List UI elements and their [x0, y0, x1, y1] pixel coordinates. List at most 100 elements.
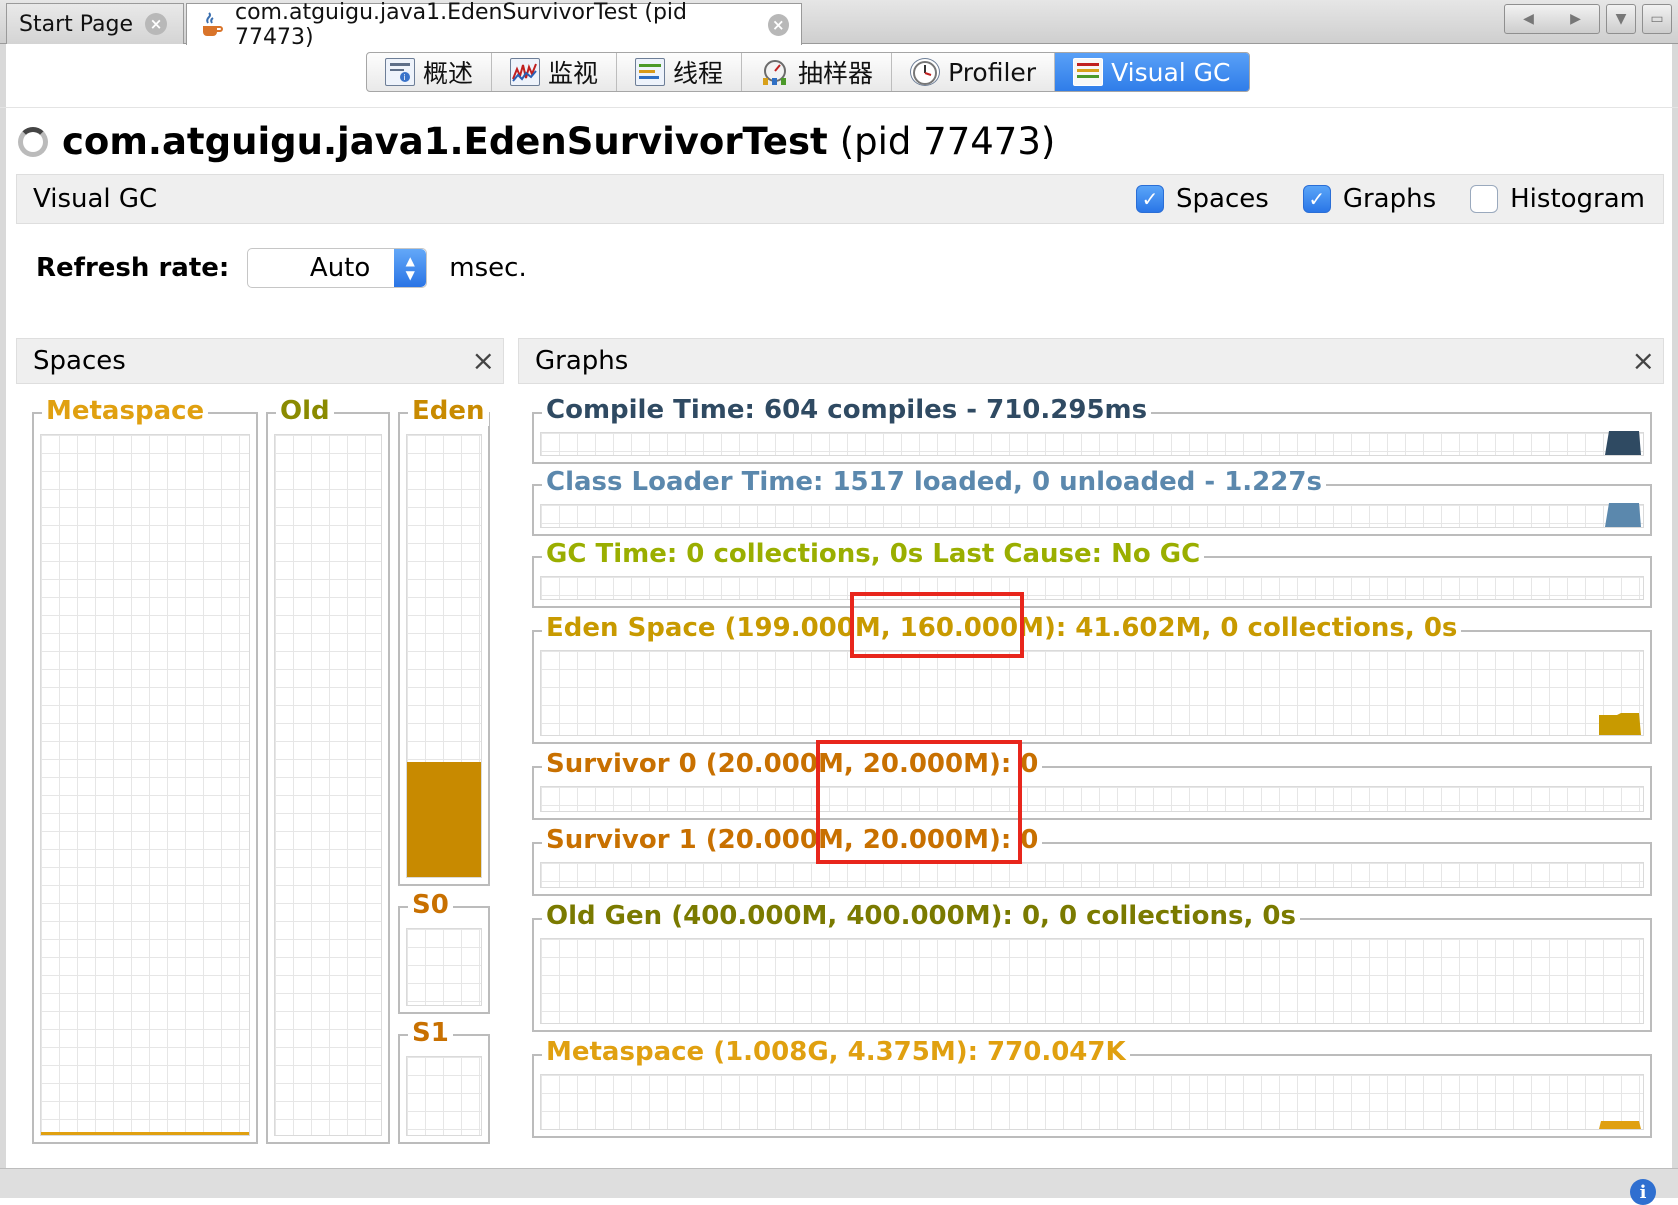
graph-grid [540, 503, 1644, 528]
histogram-checkbox[interactable]: Histogram [1470, 184, 1645, 214]
graph-grid [540, 862, 1644, 888]
tab-label: Start Page [19, 11, 133, 37]
document-tab-strip: Start Page × com.atguigu.java1.EdenSurvi… [0, 0, 1678, 50]
panel-title: Graphs [535, 346, 629, 376]
space-s0: S0 [398, 890, 490, 1014]
graph-label: Class Loader Time: 1517 loaded, 0 unload… [542, 467, 1326, 497]
maximize-button[interactable]: ▭ [1642, 4, 1672, 34]
process-id: (pid 77473) [839, 120, 1056, 163]
scroll-right-icon[interactable]: ▶ [1570, 11, 1581, 27]
graphs-checkbox[interactable]: ✓ Graphs [1302, 184, 1437, 214]
sampler-icon [760, 58, 790, 86]
threads-icon [635, 58, 666, 86]
monitor-icon [510, 58, 541, 86]
tab-threads[interactable]: 线程 [617, 53, 743, 91]
eden-space-plot [1599, 713, 1641, 735]
refresh-rate-label: Refresh rate: [36, 253, 230, 283]
graph-grid [540, 576, 1644, 600]
refresh-rate-select[interactable]: Auto ▲ ▼ [247, 248, 428, 288]
java-cup-icon [199, 11, 225, 38]
view-options: ✓ Spaces ✓ Graphs Histogram [1136, 184, 1645, 214]
tab-label: 抽样器 [798, 59, 874, 88]
spaces-panel-header: Spaces × [16, 338, 504, 384]
space-grid [406, 928, 482, 1006]
close-icon[interactable]: × [1632, 347, 1655, 375]
page-title: com.atguigu.java1.EdenSurvivorTest (pid … [18, 120, 1055, 163]
space-old: Old [266, 396, 390, 1144]
chevron-down-icon: ▼ [1615, 11, 1627, 27]
tab-label: com.atguigu.java1.EdenSurvivorTest (pid … [235, 0, 687, 50]
graph-metaspace: Metaspace (1.008G, 4.375M): 770.047K [532, 1037, 1652, 1138]
space-s1: S1 [398, 1018, 490, 1144]
graph-label: Metaspace (1.008G, 4.375M): 770.047K [542, 1037, 1130, 1067]
space-grid [406, 434, 482, 878]
space-label: Eden [408, 396, 489, 426]
checkbox-unchecked-icon[interactable] [1470, 185, 1499, 213]
stepper-arrows-icon[interactable]: ▲ ▼ [394, 249, 427, 287]
tab-navigation: ◀ ▶ ▼ ▭ [1504, 4, 1672, 34]
space-eden: Eden [398, 396, 490, 886]
close-icon[interactable]: × [472, 347, 495, 375]
space-usage-fill [407, 762, 481, 877]
divider [0, 107, 1678, 108]
tab-overview[interactable]: i 概述 [367, 53, 493, 91]
tab-sampler[interactable]: 抽样器 [742, 53, 893, 91]
checkbox-label: Graphs [1342, 184, 1437, 214]
visualvm-window: Start Page × com.atguigu.java1.EdenSurvi… [0, 0, 1678, 1205]
graph-grid [540, 1074, 1644, 1130]
visual-gc-options-bar: Visual GC ✓ Spaces ✓ Graphs Histogram [16, 174, 1664, 224]
class-loader-time-plot [1605, 503, 1641, 527]
scroll-left-icon[interactable]: ◀ [1523, 11, 1534, 27]
svg-text:i: i [404, 73, 406, 82]
tab-start-page[interactable]: Start Page × [6, 3, 184, 44]
annotation-highlight-eden [850, 592, 1024, 658]
refresh-rate-control: Refresh rate: Auto ▲ ▼ msec. [36, 248, 527, 288]
graph-label: Compile Time: 604 compiles - 710.295ms [542, 395, 1152, 425]
graph-old-gen: Old Gen (400.000M, 400.000M): 0, 0 colle… [532, 901, 1652, 1032]
application-name: com.atguigu.java1.EdenSurvivorTest [62, 120, 828, 163]
checkbox-checked-icon[interactable]: ✓ [1136, 185, 1165, 213]
graph-survivor-0: Survivor 0 (20.000M, 20.000M): 0 [532, 749, 1652, 820]
window-left-edge [0, 44, 6, 1168]
view-tabs: i 概述 监视 线程 抽样器 Profiler Visual GC [366, 52, 1250, 92]
close-icon[interactable]: × [767, 13, 789, 36]
tab-list-button[interactable]: ▼ [1606, 4, 1636, 34]
space-label: Old [276, 396, 334, 426]
annotation-highlight-survivor [816, 740, 1022, 864]
panel-title: Spaces [33, 346, 126, 376]
metaspace-plot [1599, 1121, 1641, 1129]
close-icon[interactable]: × [145, 13, 167, 35]
loading-spinner-icon [18, 126, 48, 157]
tab-label: Profiler [948, 57, 1037, 87]
space-label: Metaspace [42, 396, 209, 426]
checkbox-checked-icon[interactable]: ✓ [1302, 185, 1331, 213]
tab-label: 概述 [423, 59, 474, 88]
tab-profiler[interactable]: Profiler [892, 53, 1056, 91]
graph-label: GC Time: 0 collections, 0s Last Cause: N… [542, 539, 1205, 569]
graph-eden-space: Eden Space (199.000M, 160.000M): 41.602M… [532, 613, 1652, 744]
window-right-edge [1672, 44, 1678, 1168]
info-icon[interactable]: i [1630, 1179, 1656, 1205]
window-icon: ▭ [1650, 11, 1664, 27]
tab-visual-gc[interactable]: Visual GC [1055, 53, 1249, 91]
space-grid [406, 1056, 482, 1136]
tab-edensurvivortest[interactable]: com.atguigu.java1.EdenSurvivorTest (pid … [186, 0, 802, 50]
graph-grid [540, 786, 1644, 812]
tab-label: Visual GC [1111, 57, 1231, 87]
spaces-checkbox[interactable]: ✓ Spaces [1136, 184, 1269, 214]
compile-time-plot [1605, 431, 1641, 455]
graph-gc-time: GC Time: 0 collections, 0s Last Cause: N… [532, 539, 1652, 608]
graph-label: Old Gen (400.000M, 400.000M): 0, 0 colle… [542, 901, 1300, 931]
tab-scroll-buttons[interactable]: ◀ ▶ [1504, 4, 1600, 34]
checkbox-label: Spaces [1176, 184, 1269, 214]
space-grid [40, 434, 250, 1136]
space-metaspace: Metaspace [32, 396, 258, 1144]
refresh-rate-unit: msec. [449, 253, 527, 283]
space-usage-fill [41, 1131, 249, 1135]
graph-grid [540, 650, 1644, 736]
status-bar: i [0, 1168, 1678, 1205]
graph-compile-time: Compile Time: 604 compiles - 710.295ms [532, 395, 1652, 464]
checkbox-label: Histogram [1510, 184, 1645, 214]
graph-class-loader-time: Class Loader Time: 1517 loaded, 0 unload… [532, 467, 1652, 536]
tab-monitor[interactable]: 监视 [492, 53, 618, 91]
